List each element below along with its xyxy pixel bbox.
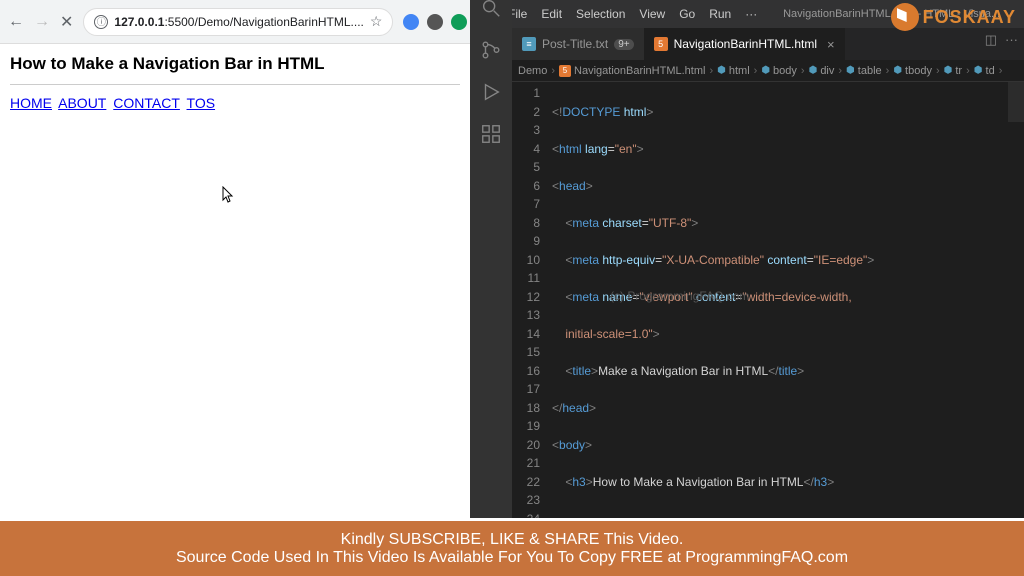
- logo-text: FOSKAAY: [923, 7, 1016, 28]
- breadcrumb-item: Demo: [518, 65, 547, 77]
- extension-icons: [403, 14, 467, 30]
- menu-go[interactable]: Go: [673, 5, 701, 23]
- nav-link-home[interactable]: HOME: [10, 95, 52, 111]
- split-icon[interactable]: ◫: [985, 32, 997, 48]
- file-icon: ≡: [522, 37, 536, 51]
- breadcrumb-item: 5NavigationBarinHTML.html: [559, 65, 705, 77]
- extension-icon[interactable]: [451, 14, 467, 30]
- nav-link-contact[interactable]: CONTACT: [113, 95, 180, 111]
- breadcrumb-item: ⬢body: [761, 65, 797, 77]
- nav-link-about[interactable]: ABOUT: [58, 95, 106, 111]
- file-icon: 5: [654, 37, 668, 51]
- nav-link-tos[interactable]: TOS: [187, 95, 216, 111]
- page-content: How to Make a Navigation Bar in HTML HOM…: [0, 44, 470, 576]
- logo-icon: [891, 3, 919, 31]
- menu-run[interactable]: Run: [703, 5, 737, 23]
- divider: [10, 84, 460, 85]
- breadcrumb[interactable]: Demo› 5NavigationBarinHTML.html› ⬢html› …: [470, 60, 1024, 82]
- tabs-bar: ≡ Post-Title.txt 9+ 5 NavigationBarinHTM…: [470, 28, 1024, 60]
- extensions-icon[interactable]: [479, 122, 503, 146]
- extension-icon[interactable]: [427, 14, 443, 30]
- cursor-icon: [222, 186, 236, 207]
- back-button[interactable]: ←: [8, 12, 24, 32]
- breadcrumb-item: ⬢tr: [944, 65, 962, 77]
- breadcrumb-item: ⬢div: [809, 65, 835, 77]
- tab-navigationbar[interactable]: 5 NavigationBarinHTML.html ×: [644, 28, 845, 60]
- menu-edit[interactable]: Edit: [535, 5, 568, 23]
- logo-overlay: FOSKAAY: [891, 3, 1016, 31]
- bookmark-icon[interactable]: ☆: [370, 13, 383, 30]
- nav-links: HOME ABOUT CONTACT TOS: [10, 95, 460, 111]
- banner-line-1: Kindly SUBSCRIBE, LIKE & SHARE This Vide…: [341, 531, 684, 549]
- breadcrumb-item: ⬢html: [717, 65, 750, 77]
- code-editor[interactable]: <!DOCTYPE html> <html lang="en"> <head> …: [552, 82, 1006, 576]
- url-text: 127.0.0.1:5500/Demo/NavigationBarinHTML.…: [114, 15, 363, 29]
- menu-selection[interactable]: Selection: [570, 5, 631, 23]
- browser-window: ← → ✕ ⓘ 127.0.0.1:5500/Demo/NavigationBa…: [0, 0, 470, 576]
- menu-more-icon[interactable]: ···: [739, 5, 763, 23]
- url-bar[interactable]: ⓘ 127.0.0.1:5500/Demo/NavigationBarinHTM…: [83, 8, 393, 36]
- search-icon[interactable]: [479, 0, 503, 20]
- editor-area[interactable]: 1234567891011121314151617181920212223242…: [470, 82, 1024, 576]
- page-heading: How to Make a Navigation Bar in HTML: [10, 54, 460, 74]
- banner-line-2: Source Code Used In This Video Is Availa…: [176, 549, 848, 567]
- forward-button[interactable]: →: [34, 12, 50, 32]
- tab-label: NavigationBarinHTML.html: [674, 37, 817, 51]
- browser-chrome: ← → ✕ ⓘ 127.0.0.1:5500/Demo/NavigationBa…: [0, 0, 470, 44]
- source-control-icon[interactable]: [479, 38, 503, 62]
- breadcrumb-item: ⬢table: [846, 65, 882, 77]
- activity-bar: [470, 0, 512, 576]
- breadcrumb-item: ⬢tbody: [893, 65, 932, 77]
- tab-controls: ◫ ···: [985, 32, 1018, 48]
- tab-post-title[interactable]: ≡ Post-Title.txt 9+: [512, 28, 644, 60]
- debug-icon[interactable]: [479, 80, 503, 104]
- tab-label: Post-Title.txt: [542, 37, 608, 51]
- info-icon[interactable]: ⓘ: [94, 15, 108, 29]
- close-icon[interactable]: ×: [827, 37, 835, 52]
- banner: Kindly SUBSCRIBE, LIKE & SHARE This Vide…: [0, 518, 1024, 576]
- vscode-window: File Edit Selection View Go Run ··· Navi…: [470, 0, 1024, 576]
- breadcrumb-item: ⬢td: [974, 65, 995, 77]
- stop-button[interactable]: ✕: [60, 12, 73, 32]
- extension-icon[interactable]: [403, 14, 419, 30]
- menu-view[interactable]: View: [633, 5, 671, 23]
- minimap[interactable]: [1006, 82, 1024, 576]
- tab-badge: 9+: [614, 39, 633, 50]
- line-numbers: 1234567891011121314151617181920212223242…: [512, 82, 552, 576]
- watermark: (c) ProgrammingFAQ.com: [610, 287, 749, 306]
- more-icon[interactable]: ···: [1005, 32, 1018, 48]
